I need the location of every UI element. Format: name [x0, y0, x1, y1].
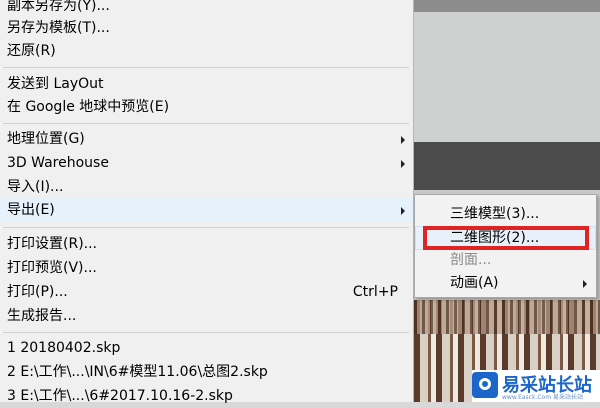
menu-item-export[interactable]: 导出(E) — [0, 198, 413, 222]
menu-item-label: 2 E:\工作\...\IN\6#模型11.06\总图2.skp — [7, 364, 268, 380]
scene-fence-top — [414, 300, 600, 334]
submenu-arrow-icon — [401, 207, 405, 215]
menu-item-label: 地理位置(G) — [7, 131, 85, 147]
menu-item-label: 生成报告... — [7, 308, 77, 324]
submenu-arrow-icon — [401, 136, 405, 144]
menu-item-import[interactable]: 导入(I)... — [0, 175, 413, 199]
menu-separator — [3, 332, 409, 333]
menu-item-send-to-layout[interactable]: 发送到 LayOut — [0, 72, 413, 96]
menu-item-3d-warehouse[interactable]: 3D Warehouse — [0, 151, 413, 175]
menu-item-save-as-template[interactable]: 另存为模板(T)... — [0, 16, 413, 40]
menu-item-label: 在 Google 地球中预览(E) — [7, 99, 170, 115]
menu-item-recent-file-3[interactable]: 3 E:\工作\...\6#2017.10.16-2.skp — [0, 384, 413, 408]
easck-logo-icon — [472, 372, 498, 398]
menu-item-print[interactable]: 打印(P)... Ctrl+P — [0, 280, 413, 304]
menu-item-label: 还原(R) — [7, 43, 56, 59]
menu-separator — [3, 227, 409, 228]
watermark: 易采站长站 www.Easck.Com 易采站长站 — [472, 370, 600, 402]
watermark-subtitle: www.Easck.Com 易采站长站 — [502, 394, 583, 401]
menu-item-google-earth-preview[interactable]: 在 Google 地球中预览(E) — [0, 95, 413, 119]
scene-dark-band — [414, 142, 600, 190]
menu-item-label: 发送到 LayOut — [7, 76, 104, 92]
menu-item-geo-location[interactable]: 地理位置(G) — [0, 127, 413, 151]
menu-item-recent-file-2[interactable]: 2 E:\工作\...\IN\6#模型11.06\总图2.skp — [0, 360, 413, 384]
submenu-item-label: 剖面... — [450, 252, 492, 268]
file-menu: 副本另存为(Y)... 另存为模板(T)... 还原(R) 发送到 LayOut… — [0, 0, 414, 404]
menu-item-label: 打印设置(R)... — [7, 236, 98, 252]
menu-item-label: 打印(P)... — [7, 284, 68, 300]
submenu-item-label: 动画(A) — [450, 275, 499, 291]
menu-separator — [3, 123, 409, 124]
menu-item-label: 导入(I)... — [7, 179, 64, 195]
menu-separator — [3, 67, 409, 68]
menu-item-revert[interactable]: 还原(R) — [0, 39, 413, 63]
submenu-item-animation[interactable]: 动画(A) — [415, 271, 596, 295]
submenu-arrow-icon — [401, 160, 405, 168]
menu-item-recent-file-1[interactable]: 1 20180402.skp — [0, 336, 413, 360]
scene-roof — [414, 0, 600, 12]
menu-item-label: 3D Warehouse — [7, 155, 109, 171]
submenu-item-section: 剖面... — [415, 248, 596, 272]
highlight-annotation-box — [423, 226, 589, 250]
menu-item-shortcut: Ctrl+P — [352, 284, 398, 300]
menu-item-label: 3 E:\工作\...\6#2017.10.16-2.skp — [7, 388, 233, 404]
submenu-item-label: 三维模型(3)... — [450, 206, 540, 222]
menu-item-print-setup[interactable]: 打印设置(R)... — [0, 232, 413, 256]
menu-item-label: 导出(E) — [7, 202, 55, 218]
menu-item-generate-report[interactable]: 生成报告... — [0, 304, 413, 328]
menu-item-label: 打印预览(V)... — [7, 260, 97, 276]
menu-item-print-preview[interactable]: 打印预览(V)... — [0, 256, 413, 280]
menu-item-label: 另存为模板(T)... — [7, 20, 110, 36]
submenu-item-3d-model[interactable]: 三维模型(3)... — [415, 202, 596, 226]
submenu-arrow-icon — [583, 280, 587, 288]
menu-item-label: 1 20180402.skp — [7, 340, 121, 356]
